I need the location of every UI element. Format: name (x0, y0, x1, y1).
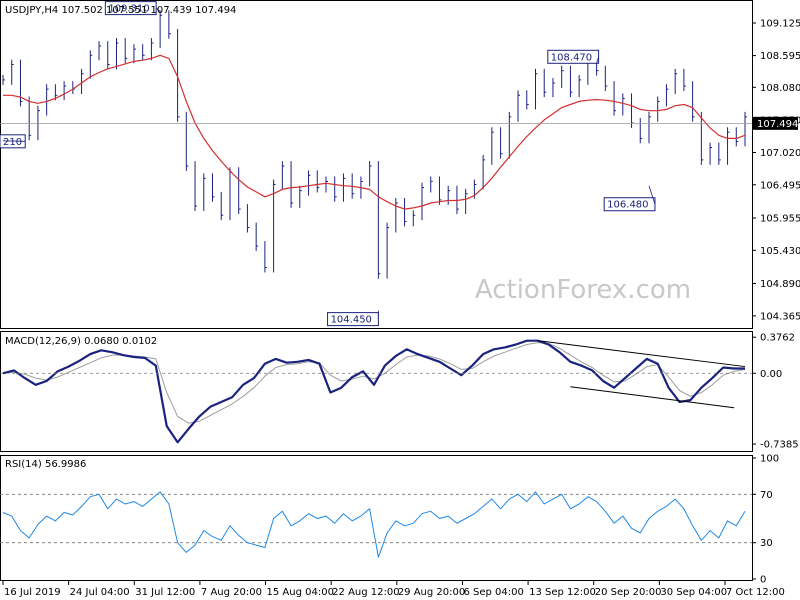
macd-y-tick-label: 0.00 (760, 369, 782, 380)
current-price-tag-label: 107.494 (757, 119, 798, 130)
x-axis-tick-label: 24 Jul 04:00 (70, 587, 130, 598)
forex-chart: ActionForex.com 109.125 108.595 108.080 107… (0, 0, 800, 598)
rsi-y-tick-label: 0 (760, 575, 766, 586)
macd-y-tick-label: -0.7385 (760, 440, 799, 451)
rsi-y-tick-label: 70 (760, 490, 773, 501)
macd-y-tick-label: 0.3762 (760, 333, 795, 344)
price-y-tick-label: 108.080 (760, 83, 800, 94)
rsi-panel-title: RSI(14) 56.9986 (5, 459, 86, 470)
x-axis-tick-label: 29 Aug 20:00 (398, 587, 465, 598)
rsi-y-tick-label: 30 (760, 538, 773, 549)
price-y-tick-label: 109.125 (760, 18, 800, 29)
price-y-tick-label: 104.890 (760, 279, 800, 290)
macd-panel-title: MACD(12,26,9) 0.0680 0.0102 (5, 336, 157, 347)
price-y-tick-label: 105.430 (760, 246, 800, 257)
rsi-y-tick-label: 100 (760, 454, 779, 465)
x-axis-tick-label: 6 Sep 04:00 (463, 587, 523, 598)
x-axis-tick-label: 31 Jul 12:00 (135, 587, 195, 598)
x-axis-tick-label: 13 Sep 12:00 (529, 587, 596, 598)
annotation-label: 104.450 (331, 315, 372, 326)
rsi-panel-frame (0, 455, 753, 581)
x-axis-tick-label: 15 Aug 04:00 (267, 587, 334, 598)
x-axis-tick-label: 22 Aug 12:00 (332, 587, 399, 598)
annotation-leader (2, 140, 26, 142)
price-y-tick-label: 108.595 (760, 51, 800, 62)
price-y-tick-label: 106.495 (760, 180, 800, 191)
x-axis-tick-label: 16 Jul 2019 (4, 587, 61, 598)
price-y-tick-label: 104.365 (760, 311, 800, 322)
price-y-tick-label: 107.020 (760, 148, 800, 159)
annotation-label: 108.470 (551, 52, 592, 63)
price-panel-title: USDJPY,H4 107.502 107.551 107.439 107.49… (5, 5, 236, 16)
watermark-text: ActionForex.com (475, 275, 691, 305)
x-axis-tick-label: 7 Aug 20:00 (201, 587, 262, 598)
macd-panel-frame (0, 331, 753, 452)
x-axis-tick-label: 30 Sep 04:00 (660, 587, 727, 598)
annotation-label: 210 (3, 137, 22, 148)
annotation-label: 106.480 (607, 200, 648, 211)
price-y-tick-label: 105.955 (760, 214, 800, 225)
x-axis-tick-label: 20 Sep 20:00 (595, 587, 662, 598)
x-axis-tick-label: 7 Oct 12:00 (726, 587, 785, 598)
